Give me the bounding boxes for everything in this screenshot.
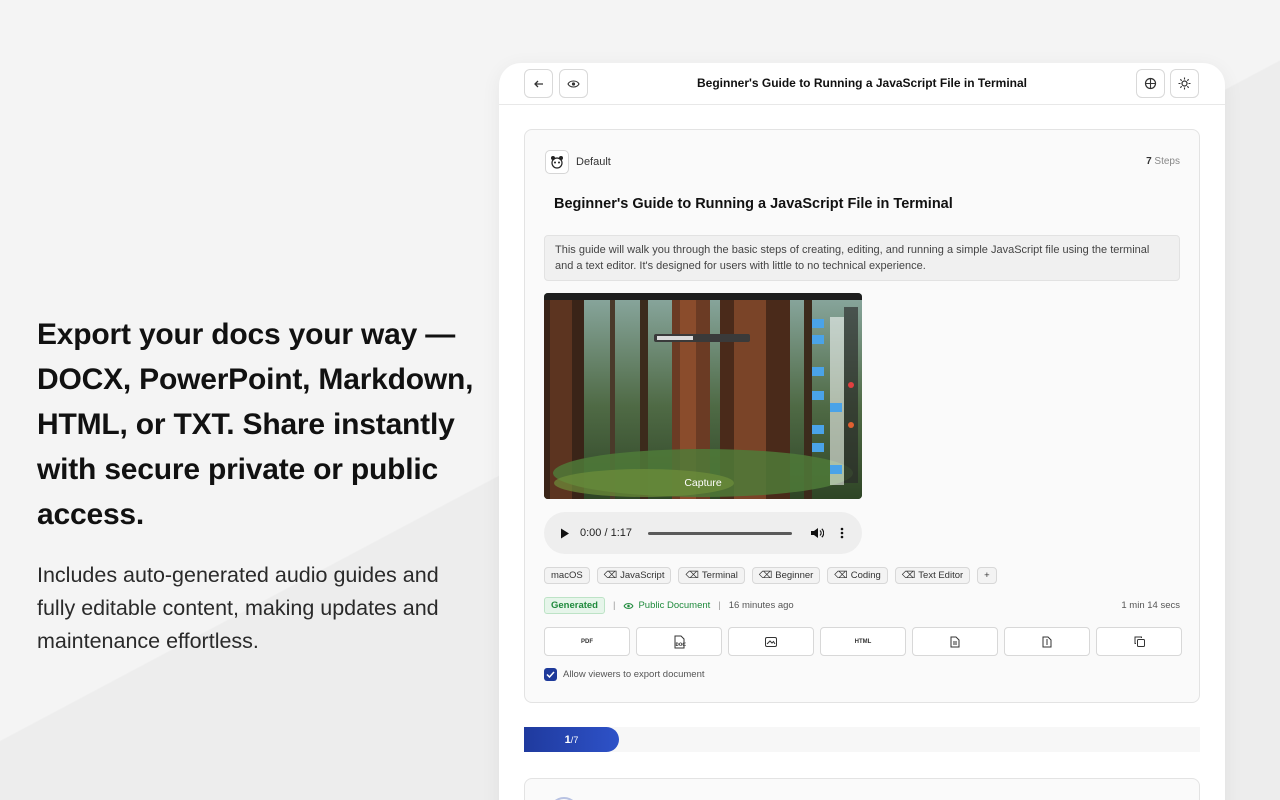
export-docx-button[interactable]: DOCX: [636, 627, 722, 656]
page-title: Beginner's Guide to Running a JavaScript…: [696, 76, 1028, 90]
tag-icon: ⌫: [603, 570, 618, 581]
document-meta: Generated | Public Document | 16 minutes…: [544, 597, 1180, 614]
play-icon[interactable]: [560, 528, 570, 539]
workspace-name: Default: [576, 156, 611, 168]
tag-icon: ⌫: [685, 570, 699, 581]
export-md-button[interactable]: [1004, 627, 1090, 656]
workspace-avatar: [545, 150, 569, 174]
globe-icon: [1144, 77, 1157, 90]
visibility-label: Public Document: [638, 600, 711, 611]
forest-image: [544, 293, 862, 499]
tag-list: macOS ⌫ JavaScript ⌫ Terminal ⌫ Beginner ⌫ C…: [544, 567, 997, 584]
visibility-link[interactable]: Public Document: [623, 600, 710, 611]
image-icon: [765, 636, 777, 647]
hero-subtext: Includes auto-generated audio guides and…: [37, 563, 439, 653]
check-icon: [546, 671, 555, 678]
tag-item[interactable]: macOS: [544, 567, 590, 584]
document-description: This guide will walk you through the bas…: [544, 235, 1180, 281]
document-card: Default 7 Steps Beginner's Guide to Runn…: [524, 129, 1200, 703]
updated-time: 16 minutes ago: [728, 600, 794, 611]
tag-item[interactable]: ⌫ Coding: [827, 567, 888, 584]
export-pdf-label: PDF: [581, 638, 593, 645]
hero-section: Export your docs your way — DOCX, PowerP…: [37, 312, 477, 658]
copy-icon: [1134, 636, 1145, 647]
language-button[interactable]: [1136, 69, 1165, 98]
steps-number: 7: [1146, 156, 1152, 167]
file-text-icon: [950, 636, 960, 647]
tag-item[interactable]: ⌫ JavaScript: [596, 567, 672, 584]
audio-time: 0:00 / 1:17: [580, 527, 632, 539]
theme-toggle-button[interactable]: [1170, 69, 1199, 98]
tag-label: Beginner: [775, 570, 814, 581]
allow-export-label: Allow viewers to export document: [563, 669, 705, 680]
volume-icon[interactable]: [810, 527, 824, 539]
markdown-file-icon: [1042, 636, 1052, 647]
document-title: Beginner's Guide to Running a JavaScript…: [554, 196, 953, 212]
export-html-button[interactable]: HTML: [820, 627, 906, 656]
step-progress-indicator: 1/7: [524, 727, 619, 752]
status-badge: Generated: [544, 597, 605, 614]
document-duration: 1 min 14 secs: [1121, 600, 1180, 611]
step-progress: 1/7: [524, 727, 1200, 752]
tag-item[interactable]: ⌫ Terminal: [678, 567, 745, 584]
steps-label: Steps: [1154, 156, 1180, 167]
tag-icon: ⌫: [901, 570, 916, 581]
top-bar: Beginner's Guide to Running a JavaScript…: [499, 63, 1225, 105]
sun-icon: [1178, 77, 1191, 90]
tag-icon: ⌫: [758, 570, 773, 581]
step-card: [524, 778, 1200, 800]
tag-label: JavaScript: [620, 570, 665, 581]
steps-count: 7 Steps: [1146, 156, 1180, 167]
allow-export-option[interactable]: Allow viewers to export document: [544, 668, 705, 681]
hero-headline: Export your docs your way — DOCX, PowerP…: [37, 318, 474, 531]
tag-label: Text Editor: [918, 570, 964, 581]
copy-button[interactable]: [1096, 627, 1182, 656]
export-pptx-button[interactable]: [728, 627, 814, 656]
docx-icon: DOCX: [674, 635, 687, 648]
tag-item[interactable]: ⌫ Text Editor: [894, 567, 971, 584]
svg-text:DOCX: DOCX: [676, 642, 687, 647]
app-window: Beginner's Guide to Running a JavaScript…: [499, 63, 1225, 800]
panda-icon: [551, 156, 563, 169]
audio-player: 0:00 / 1:17: [544, 512, 862, 554]
audio-seek-bar[interactable]: [648, 531, 792, 535]
tag-label: Terminal: [701, 570, 738, 581]
allow-export-checkbox[interactable]: [544, 668, 557, 681]
more-vertical-icon[interactable]: [840, 527, 844, 539]
total-steps: 7: [573, 734, 579, 745]
workspace-owner: Default: [545, 150, 611, 174]
export-html-label: HTML: [854, 638, 872, 645]
export-buttons: PDF DOCX HTML: [544, 627, 1182, 656]
capture-screenshot[interactable]: Capture: [544, 293, 862, 499]
divider: |: [613, 600, 616, 611]
tag-label: macOS: [551, 570, 583, 581]
export-txt-button[interactable]: [912, 627, 998, 656]
add-tag-button[interactable]: +: [977, 567, 997, 584]
capture-label: Capture: [684, 477, 722, 489]
tag-item[interactable]: ⌫ Beginner: [751, 567, 821, 584]
export-pdf-button[interactable]: PDF: [544, 627, 630, 656]
tag-icon: ⌫: [834, 570, 848, 581]
tag-label: Coding: [850, 570, 881, 581]
eye-icon: [623, 602, 634, 609]
divider: |: [718, 600, 721, 611]
